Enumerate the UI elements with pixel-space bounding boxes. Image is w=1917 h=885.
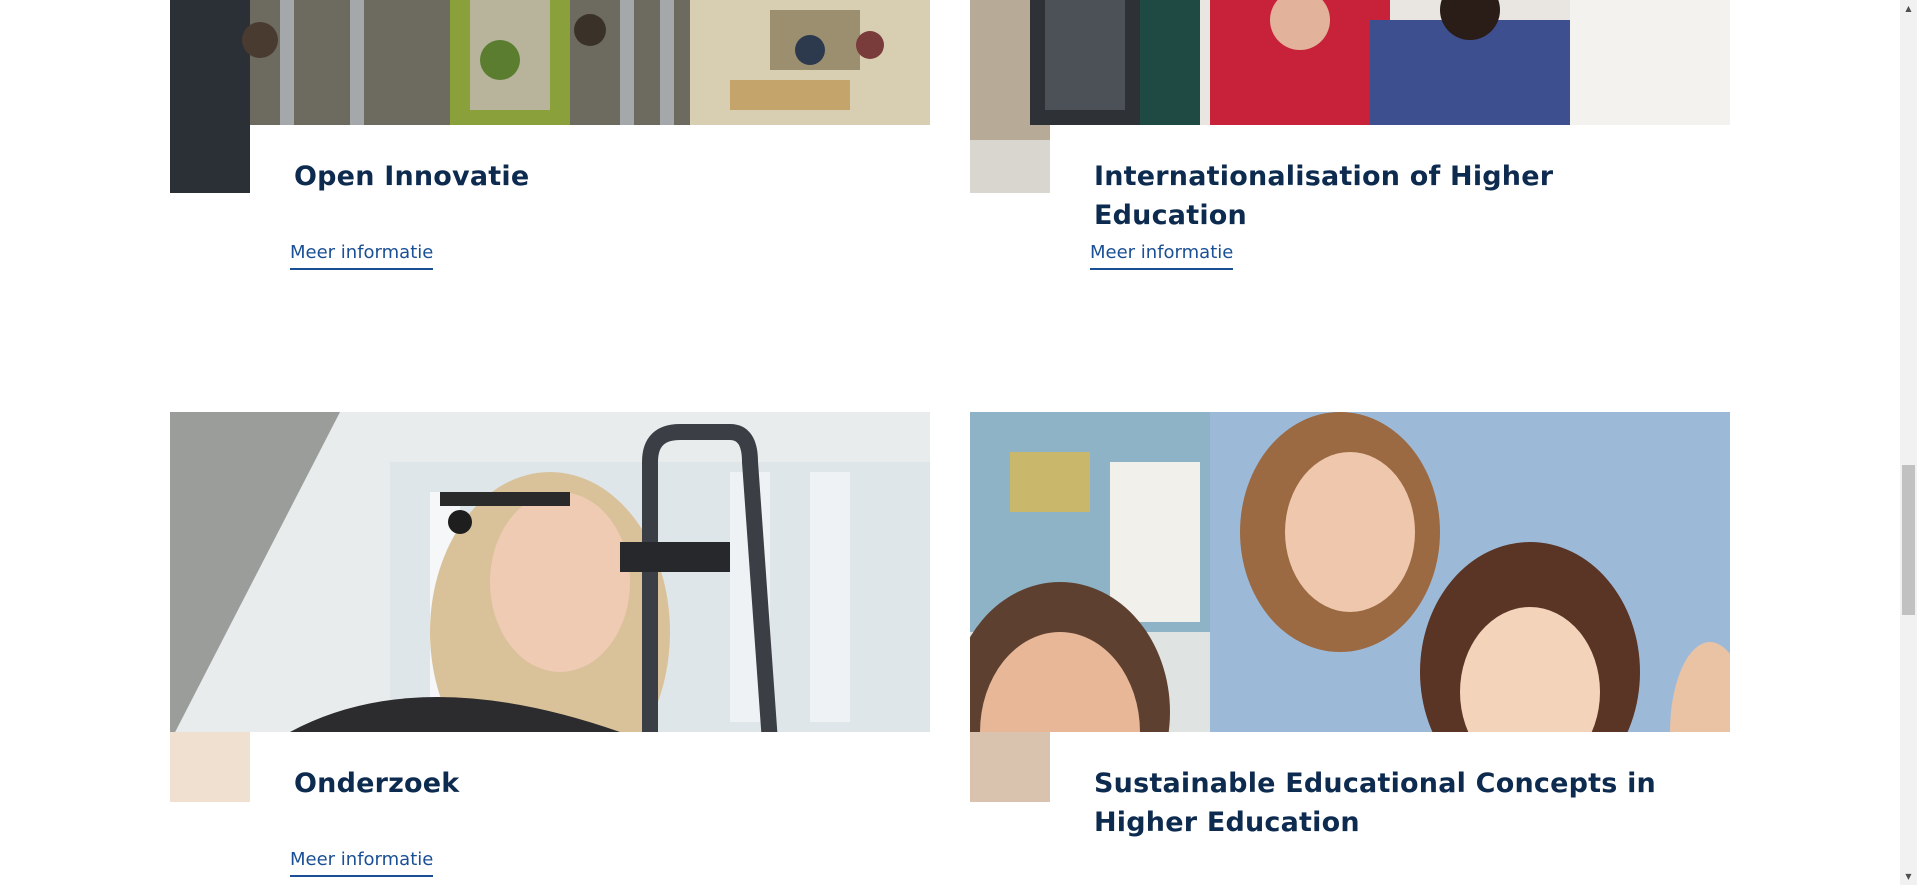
card-panel: Onderzoek Meer informatie [250,732,930,885]
scroll-down-arrow-icon[interactable]: ▼ [1900,868,1917,885]
card-internationalisation: Internationalisation of Higher Education… [970,0,1730,300]
card-title: Internationalisation of Higher Education [1094,161,1554,231]
card-open-innovatie: Open Innovatie Meer informatie [170,0,930,300]
meer-informatie-link[interactable]: Meer informatie [1090,242,1234,270]
scroll-up-arrow-icon[interactable]: ▲ [1900,0,1917,17]
vertical-scrollbar[interactable]: ▲ ▼ [1900,0,1917,885]
card-sustainable-educational-concepts: Sustainable Educational Concepts in High… [970,412,1730,885]
card-onderzoek: Onderzoek Meer informatie [170,412,930,885]
card-panel: Internationalisation of Higher Education… [1050,125,1730,300]
card-panel: Open Innovatie Meer informatie [250,125,930,300]
card-title: Sustainable Educational Concepts in High… [1094,768,1656,838]
meer-informatie-link[interactable]: Meer informatie [290,242,434,270]
scrollbar-thumb[interactable] [1902,465,1915,615]
card-panel: Sustainable Educational Concepts in High… [1050,732,1730,885]
card-title: Open Innovatie [294,161,530,192]
page: Open Innovatie Meer informatie Internati… [0,0,1917,885]
card-title: Onderzoek [294,768,460,799]
meer-informatie-link[interactable]: Meer informatie [290,849,434,877]
